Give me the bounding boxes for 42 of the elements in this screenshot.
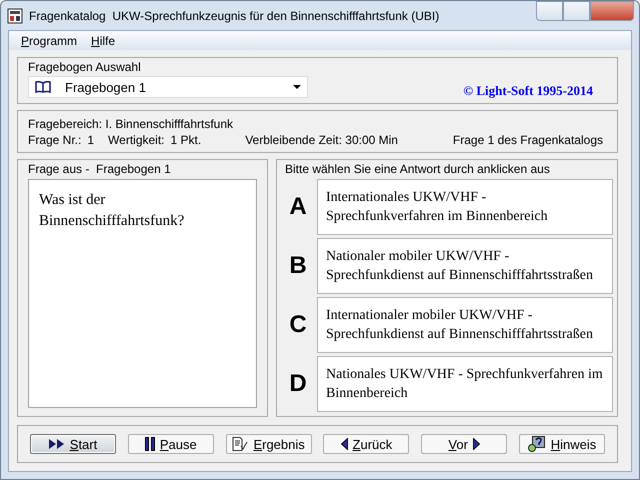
answer-prompt: Bitte wählen Sie eine Antwort durch anklicken aus: [285, 162, 551, 177]
question-area: Fragebereich: I. Binnenschifffahrtsfunk: [28, 117, 607, 132]
menu-item[interactable]: Programm: [14, 34, 84, 48]
maximize-button[interactable]: [563, 1, 590, 21]
hint-icon: [528, 436, 546, 452]
weight-value: 1 Pkt.: [170, 133, 202, 147]
app-icon: [7, 8, 23, 24]
left-arrow-icon: [340, 438, 348, 450]
pause-button[interactable]: Pause: [128, 434, 214, 454]
question-position: Frage 1 des Fragenkatalogs: [452, 133, 603, 147]
document-check-icon: [232, 437, 248, 451]
question-number: 1: [87, 133, 94, 147]
play-icon: [48, 439, 65, 449]
weight-label: Wertigkeit:: [108, 133, 165, 147]
answer-option[interactable]: Nationales UKW/VHF - Sprechfunkverfahren im Binnenbereich: [317, 356, 613, 412]
questionnaire-dropdown[interactable]: Fragebogen 1: [28, 76, 308, 98]
menu-item[interactable]: Hilfe: [84, 34, 122, 48]
remaining-time: Verbleibende Zeit: 30:00 Min: [245, 133, 398, 147]
answer-letter: D: [288, 370, 308, 398]
right-arrow-icon: [472, 438, 480, 450]
result-button[interactable]: Ergebnis: [226, 434, 312, 454]
pause-icon: [144, 437, 155, 451]
answer-letter: A: [288, 193, 308, 221]
back-button[interactable]: Zurück: [323, 434, 410, 454]
book-icon: [35, 81, 51, 93]
forward-button[interactable]: Vor: [421, 434, 508, 454]
caret-icon: [293, 85, 301, 89]
group-title: Fragebogen Auswahl: [28, 60, 142, 75]
question-title: Frage aus - Fragebogen 1: [28, 162, 172, 177]
question-text: Was ist der Binnenschifffahrtsfunk?: [28, 179, 257, 408]
answer-option[interactable]: Nationaler mobiler UKW/VHF - Sprechfunkdienst auf Binnenschifffahrtsstraßen: [317, 238, 613, 294]
copyright-text: © Light-Soft 1995-2014: [463, 83, 593, 99]
answer-option[interactable]: Internationaler mobiler UKW/VHF - Sprechfunkdienst auf Binnenschifffahrtsstraßen: [317, 297, 613, 353]
start-button[interactable]: Start: [30, 434, 116, 454]
close-button[interactable]: [590, 1, 634, 21]
answer-letter: C: [288, 311, 308, 339]
question-number-label: Frage Nr.:: [28, 133, 82, 147]
hint-button[interactable]: Hinweis: [518, 434, 605, 454]
minimize-button[interactable]: [536, 1, 563, 21]
answer-letter: B: [288, 252, 308, 280]
window-title: Fragenkatalog UKW-Sprechfunkzeugnis für den Binnenschifffahrtsfunk (UBI): [29, 8, 440, 22]
answer-option[interactable]: Internationales UKW/VHF - Sprechfunkverfahren im Binnenbereich: [317, 179, 613, 235]
